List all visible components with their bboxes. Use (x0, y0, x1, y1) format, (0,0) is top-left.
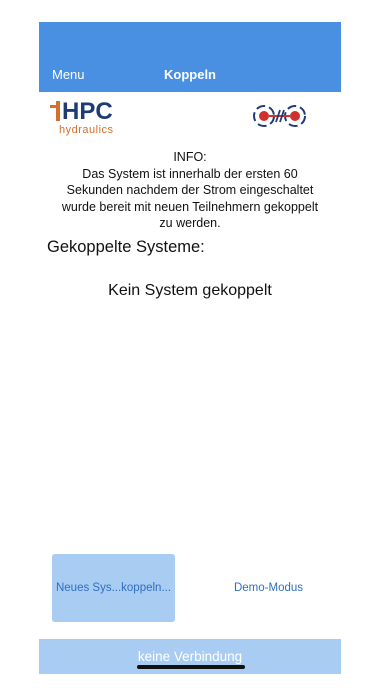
hpc-logo-mark-bar (56, 101, 60, 121)
info-line: Das System ist innerhalb der ersten 60 (82, 166, 298, 181)
page-title: Koppeln (164, 67, 216, 82)
logo-row: HPC hydraulics (39, 96, 341, 140)
info-line: wurde bereit mit neuen Teilnehmern gekop… (61, 199, 319, 214)
connection-link-icon (253, 105, 306, 127)
empty-state-message: Kein System gekoppelt (108, 282, 272, 299)
info-line: Sekunden nachdem der Strom eingeschaltet (66, 183, 314, 197)
hpc-logo-subtitle: hydraulics (59, 124, 114, 136)
info-line: zu werden. (159, 216, 221, 230)
pair-new-system-button[interactable]: Neues Sys...koppeln... (52, 554, 175, 622)
navigation-bar: Menu Koppeln (39, 22, 341, 92)
hpc-logo-text: HPC (62, 98, 113, 125)
info-heading: INFO: (173, 150, 207, 164)
hpc-logo: HPC hydraulics (50, 98, 126, 138)
app-screen: Menu Koppeln HPC hydraulics INFO: Das Sy… (39, 22, 341, 696)
info-text: INFO: Das System ist innerhalb der erste… (39, 149, 341, 232)
home-indicator[interactable] (137, 665, 245, 669)
demo-mode-button[interactable]: Demo-Modus (207, 554, 330, 622)
paired-systems-heading: Gekoppelte Systeme: (47, 238, 205, 256)
